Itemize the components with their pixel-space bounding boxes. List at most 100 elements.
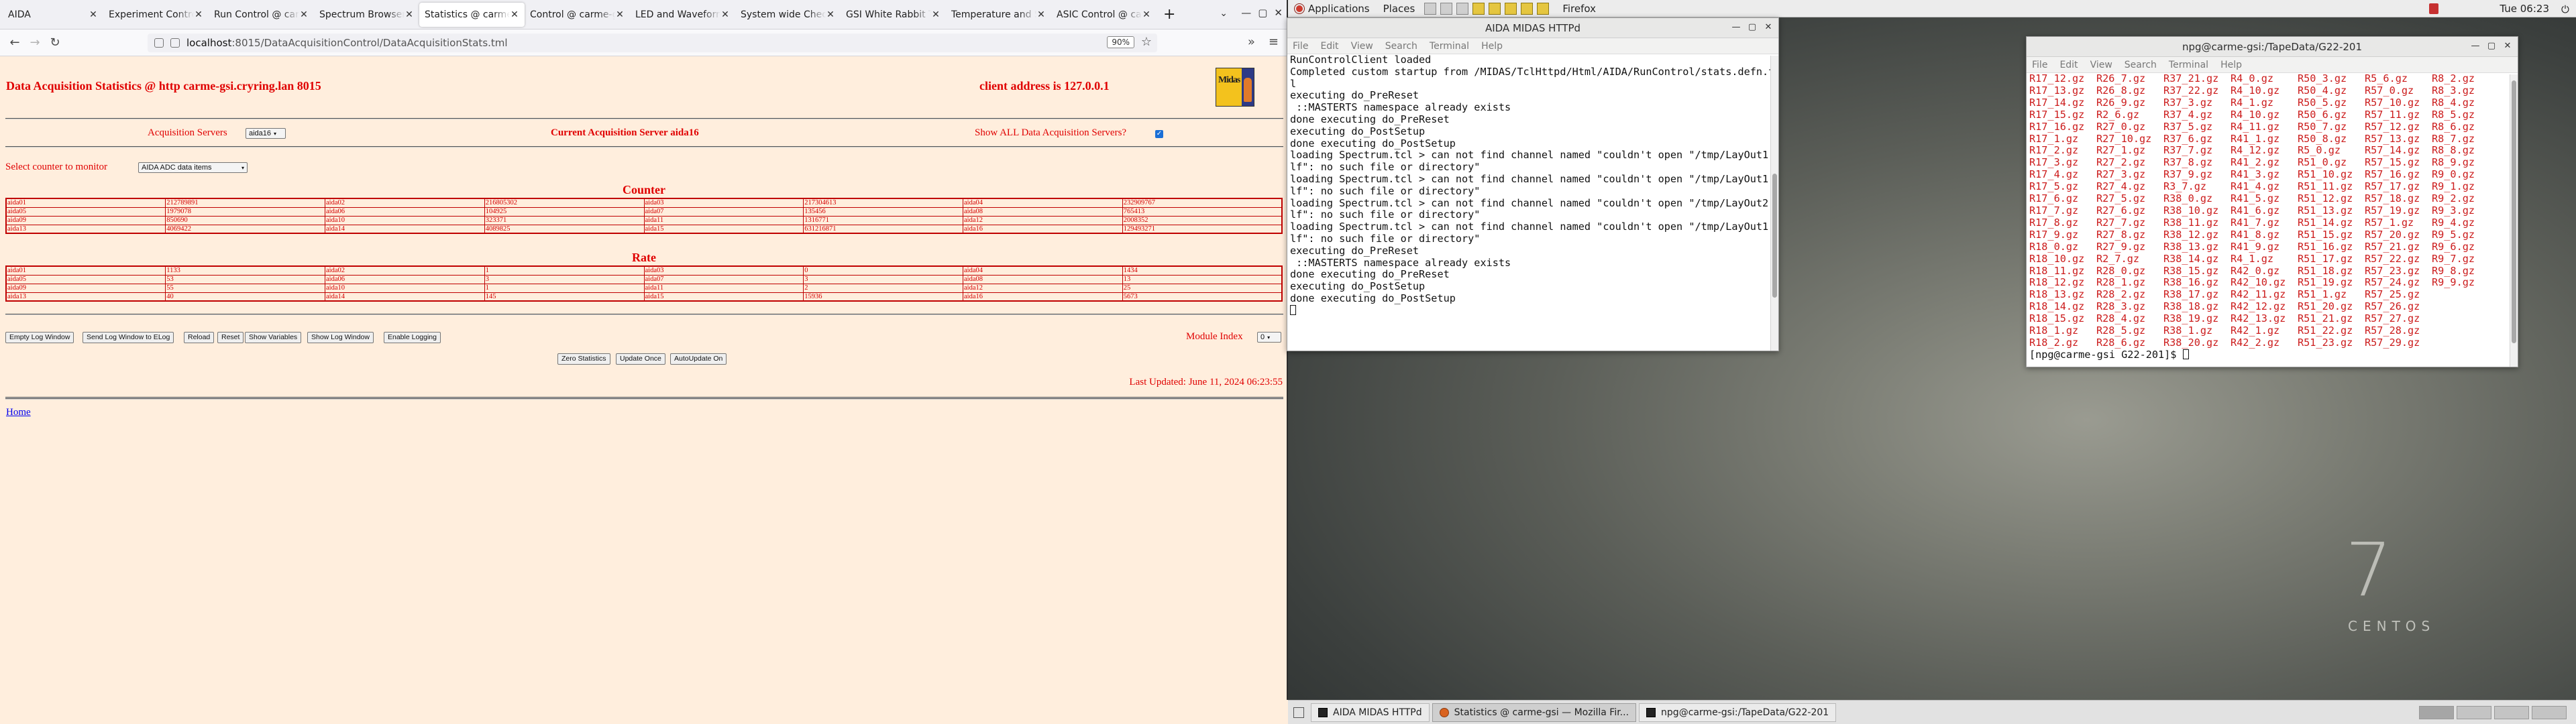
browser-tab[interactable]: LED and Waveform ✕ (630, 3, 735, 27)
bookmark-star-icon[interactable]: ☆ (1141, 35, 1152, 49)
workspace-3[interactable] (2494, 706, 2529, 719)
module-index-select[interactable]: 0 ▾ (1257, 332, 1281, 343)
minimize-icon[interactable]: — (2469, 40, 2481, 52)
acq-servers-select[interactable]: aida16 ▾ (246, 128, 286, 139)
maximize-icon[interactable]: ▢ (1746, 21, 1758, 34)
workspace-4[interactable] (2532, 706, 2567, 719)
browser-tab[interactable]: Spectrum Browser ✕ (314, 3, 419, 27)
launcher-2-icon[interactable] (1489, 2, 1501, 15)
shield-icon[interactable] (154, 38, 164, 48)
autoupdate-button[interactable]: AutoUpdate On (670, 353, 727, 365)
maximize-icon[interactable]: ▢ (1258, 7, 1267, 19)
tab-close-icon[interactable]: ✕ (194, 9, 203, 20)
menu-item[interactable]: Help (1481, 41, 1503, 52)
taskbar-window-button[interactable]: Statistics @ carme-gsi — Mozilla Fir... (1432, 703, 1637, 722)
browser-tab[interactable]: Statistics @ carme-gsi✕ (419, 2, 525, 27)
browser-tab[interactable]: GSI White Rabbit T ✕ (841, 3, 946, 27)
launcher-1-icon[interactable] (1472, 2, 1485, 15)
clock[interactable]: Tue 06:23 (2500, 0, 2549, 17)
empty-log-window-button[interactable]: Empty Log Window (5, 332, 74, 343)
browser-tab[interactable]: Control @ carme-gsi✕ (525, 3, 630, 27)
reset-button[interactable]: Reset (217, 332, 244, 343)
workspace-1[interactable] (2419, 706, 2454, 719)
zoom-level-badge[interactable]: 90% (1107, 36, 1134, 48)
menu-item[interactable]: Edit (1320, 41, 1338, 52)
tab-close-icon[interactable]: ✕ (931, 9, 941, 20)
taskbar-window-button[interactable]: AIDA MIDAS HTTPd (1311, 703, 1430, 722)
places-menu[interactable]: Places (1377, 0, 1422, 17)
enable-logging-button[interactable]: Enable Logging (384, 332, 441, 343)
reload-icon[interactable]: ↻ (46, 34, 64, 52)
menu-item[interactable]: Search (2125, 60, 2157, 70)
tray-status-icon[interactable] (2429, 3, 2438, 14)
terminal-prompt[interactable] (1287, 304, 1778, 317)
tab-close-icon[interactable]: ✕ (1142, 9, 1151, 20)
browser-tab[interactable]: Experiment Control ✕ (103, 3, 209, 27)
show-log-window-button[interactable]: Show Log Window (307, 332, 374, 343)
file-listing[interactable]: R17_12.gz R26_7.gz R37_21.gz R4_0.gz R50_3.g… (2027, 72, 2518, 349)
terminal-scrollbar[interactable] (1770, 56, 1778, 351)
url-bar[interactable]: localhost:8015/DataAcquisitionControl/Da… (148, 34, 1157, 52)
tab-close-icon[interactable]: ✕ (720, 9, 730, 20)
update-once-button[interactable]: Update Once (616, 353, 665, 365)
menu-item[interactable]: Search (1385, 41, 1417, 52)
workspace-2[interactable] (2457, 706, 2491, 719)
terminal-output[interactable]: RunControlClient loaded Completed custom … (1287, 54, 1778, 305)
terminal-scrollbar[interactable] (2510, 74, 2518, 367)
counter-select[interactable]: AIDA ADC data items ▾ (138, 162, 248, 173)
taskbar-window-button[interactable]: npg@carme-gsi:/TapeData/G22-201 (1639, 703, 1837, 722)
home-link[interactable]: Home (6, 407, 31, 418)
close-icon[interactable]: ✕ (1274, 7, 1283, 19)
hamburger-menu-icon[interactable]: ≡ (1269, 35, 1279, 49)
browser-tab[interactable]: AIDA ✕ (3, 3, 103, 27)
overflow-chevron-icon[interactable]: » (1248, 35, 1255, 49)
power-menu-icon[interactable]: ⏻ (2561, 3, 2572, 15)
forward-arrow-icon[interactable]: → (25, 34, 44, 52)
menu-item[interactable]: View (2090, 60, 2112, 70)
close-icon[interactable]: ✕ (2502, 40, 2514, 52)
scrollbar-thumb[interactable] (2512, 80, 2516, 344)
menu-item[interactable]: File (1293, 41, 1308, 52)
page-info-icon[interactable] (170, 38, 180, 48)
browser-tab[interactable]: Run Control @ carme✕ (209, 3, 314, 27)
menu-item[interactable]: Terminal (1430, 41, 1469, 52)
back-arrow-icon[interactable]: ← (5, 34, 24, 52)
terminal-titlebar[interactable]: AIDA MIDAS HTTPd — ▢ ✕ (1287, 18, 1778, 38)
terminal-launcher-icon[interactable] (1440, 2, 1453, 15)
browser-tab[interactable]: ASIC Control @ carme✕ (1051, 3, 1157, 27)
tab-close-icon[interactable]: ✕ (405, 9, 414, 20)
files-launcher-icon[interactable] (1424, 2, 1437, 15)
tab-close-icon[interactable]: ✕ (1036, 9, 1046, 20)
zero-statistics-button[interactable]: Zero Statistics (557, 353, 610, 365)
browser-tab[interactable]: Temperature and Status✕ (946, 3, 1051, 27)
menu-item[interactable]: Terminal (2169, 60, 2208, 70)
show-desktop-icon[interactable] (1293, 707, 1304, 718)
new-tab-button[interactable]: + (1157, 6, 1182, 23)
show-all-servers-checkbox[interactable]: ✓ (1155, 130, 1163, 138)
tab-close-icon[interactable]: ✕ (826, 9, 835, 20)
terminal-titlebar[interactable]: npg@carme-gsi:/TapeData/G22-201 — ▢ ✕ (2027, 37, 2518, 57)
maximize-icon[interactable]: ▢ (2485, 40, 2498, 52)
tab-close-icon[interactable]: ✕ (299, 9, 309, 20)
minimize-icon[interactable]: — (1730, 21, 1742, 34)
applications-menu[interactable]: Applications (1288, 0, 1377, 17)
firefox-app-menu[interactable]: Firefox (1556, 0, 1603, 17)
menu-item[interactable]: Edit (2059, 60, 2078, 70)
reload-button[interactable]: Reload (184, 332, 215, 343)
menu-item[interactable]: View (1351, 41, 1373, 52)
launcher-3-icon[interactable] (1505, 2, 1517, 15)
send-log-to-elog-button[interactable]: Send Log Window to ELog (83, 332, 174, 343)
monitor-launcher-icon[interactable] (1456, 2, 1469, 15)
tab-close-icon[interactable]: ✕ (615, 9, 625, 20)
menu-item[interactable]: File (2032, 60, 2047, 70)
scrollbar-thumb[interactable] (1772, 174, 1777, 298)
menu-item[interactable]: Help (2220, 60, 2242, 70)
launcher-5-icon[interactable] (1537, 2, 1550, 15)
close-icon[interactable]: ✕ (1762, 21, 1774, 34)
terminal-prompt[interactable]: [npg@carme-gsi G22-201]$ (2027, 349, 2518, 361)
minimize-icon[interactable]: — (1241, 7, 1251, 19)
show-variables-button[interactable]: Show Variables (245, 332, 302, 343)
tab-close-icon[interactable]: ✕ (510, 9, 519, 20)
launcher-4-icon[interactable] (1521, 2, 1534, 15)
tab-list-chevron-down-icon[interactable]: ⌄ (1220, 8, 1228, 19)
